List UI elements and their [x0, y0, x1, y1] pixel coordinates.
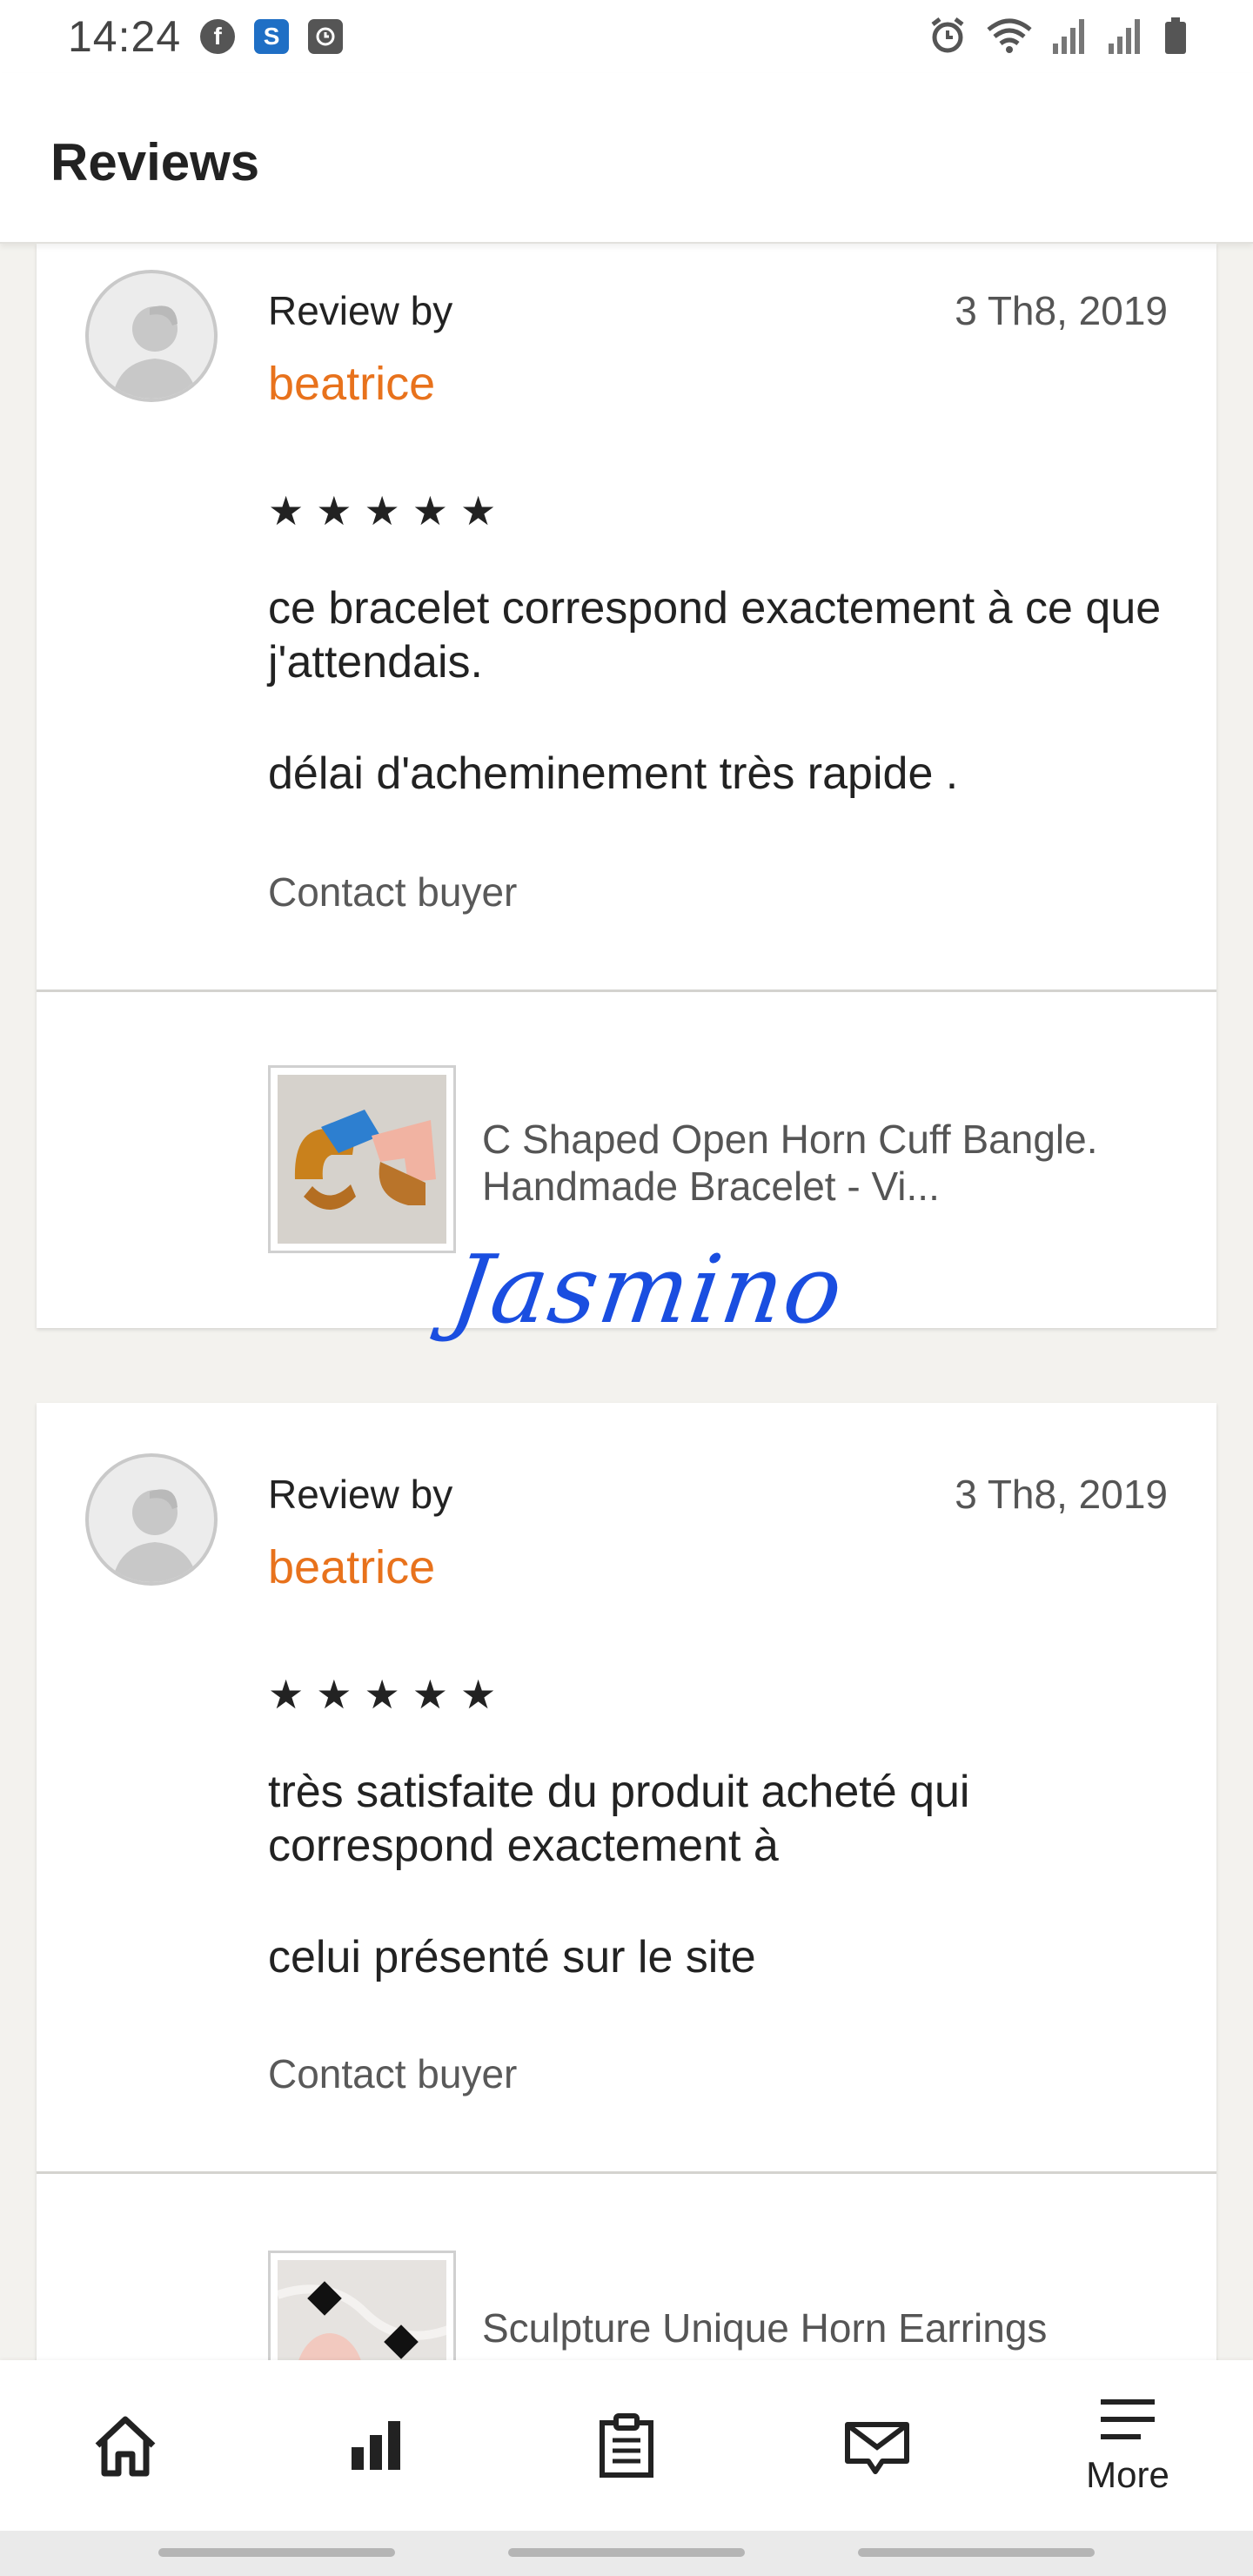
review-section: Review by beatrice 3 Th8, 2019 ★ ★ ★ ★ ★… [37, 1403, 1216, 2174]
reviewer-name-link[interactable]: beatrice [268, 357, 435, 411]
facebook-icon: f [200, 19, 236, 54]
signature-watermark: Jasmino [445, 1236, 851, 1345]
app-header: Reviews [0, 73, 1253, 244]
star-icon: ★ [364, 488, 400, 533]
nav-messages[interactable] [752, 2360, 1002, 2531]
app-root: 14:24 f S Reviews Review by beatrice 3 T [0, 0, 1253, 2576]
review-text: celui présenté sur le site [268, 1932, 756, 1982]
review-by-label: Review by [268, 1472, 453, 1517]
review-card: Review by beatrice 3 Th8, 2019 ★ ★ ★ ★ ★… [37, 244, 1216, 1328]
review-date: 3 Th8, 2019 [955, 1472, 1168, 1517]
star-rating: ★ ★ ★ ★ ★ [268, 487, 496, 534]
review-text: délai d'acheminement très rapide . [268, 748, 959, 799]
contact-buyer-link[interactable]: Contact buyer [268, 2050, 517, 2097]
star-icon: ★ [316, 488, 352, 533]
page-title: Reviews [50, 133, 260, 191]
product-title-link[interactable]: C Shaped Open Horn Cuff Bangle. Handmade… [482, 1116, 1196, 1210]
system-gesture-bar [0, 2531, 1253, 2576]
messages-icon [845, 2422, 909, 2474]
review-section: Review by beatrice 3 Th8, 2019 ★ ★ ★ ★ ★… [37, 244, 1216, 992]
review-date: 3 Th8, 2019 [955, 288, 1168, 333]
product-title-link[interactable]: Sculpture Unique Horn Earrings [482, 2304, 1196, 2351]
gesture-pill [158, 2548, 395, 2557]
avatar[interactable] [85, 1453, 218, 1586]
reviewer-name-link[interactable]: beatrice [268, 1540, 435, 1594]
gesture-pill [858, 2548, 1095, 2557]
status-bar: 14:24 f S [0, 0, 1253, 73]
nav-orders[interactable] [501, 2360, 752, 2531]
menu-icon [1101, 2399, 1155, 2439]
nav-stats[interactable] [251, 2360, 501, 2531]
signal-icon [1053, 19, 1084, 54]
star-rating: ★ ★ ★ ★ ★ [268, 1671, 496, 1718]
nav-more[interactable]: More [1002, 2360, 1253, 2531]
star-icon: ★ [316, 1672, 352, 1717]
review-text: ce bracelet correspond exactement à ce q… [268, 583, 1162, 688]
star-icon: ★ [460, 1672, 497, 1717]
contact-buyer-link[interactable]: Contact buyer [268, 869, 517, 916]
star-icon: ★ [268, 1672, 305, 1717]
product-thumbnail[interactable] [268, 1065, 456, 1253]
home-icon [95, 2416, 156, 2477]
alarm-icon [931, 17, 964, 53]
status-icons-right [928, 16, 1189, 56]
bottom-navigation: More [0, 2360, 1253, 2531]
orders-icon [600, 2413, 653, 2478]
s-app-icon: S [254, 19, 290, 54]
avatar[interactable] [85, 270, 218, 402]
star-icon: ★ [268, 488, 305, 533]
wifi-icon [987, 18, 1032, 53]
nav-more-label: More [1086, 2454, 1169, 2495]
star-icon: ★ [412, 488, 448, 533]
clock-app-icon [308, 19, 344, 54]
gesture-pill [508, 2548, 745, 2557]
star-icon: ★ [364, 1672, 400, 1717]
star-icon: ★ [412, 1672, 448, 1717]
review-by-label: Review by [268, 288, 453, 333]
review-text: très satisfaite du produit acheté qui co… [268, 1767, 970, 1871]
nav-home[interactable] [0, 2360, 251, 2531]
status-time: 14:24 [68, 12, 182, 61]
stats-icon [352, 2421, 400, 2470]
status-icons-left: f S [200, 19, 344, 54]
signal-icon [1109, 19, 1140, 54]
star-icon: ★ [460, 488, 497, 533]
battery-icon [1165, 17, 1186, 54]
